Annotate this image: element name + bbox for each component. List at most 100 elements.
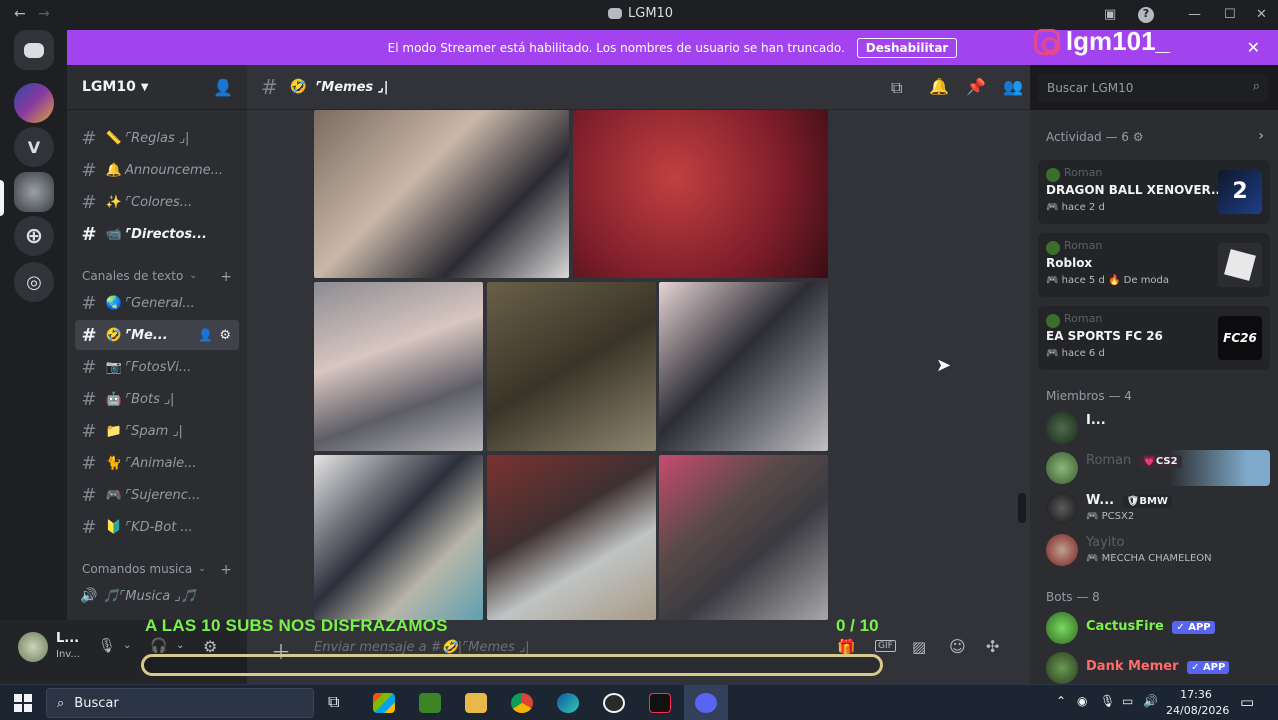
- channel-general[interactable]: # 🌏 ⌜General...: [75, 288, 239, 318]
- instagram-watermark: lgm101_: [1033, 26, 1170, 57]
- banner-close-icon[interactable]: ✕: [1247, 38, 1260, 57]
- threads-icon[interactable]: ⧉: [891, 78, 902, 98]
- avatar: [1046, 492, 1078, 524]
- apps-icon[interactable]: ✣: [986, 637, 999, 656]
- speaker-icon: 🔊: [80, 588, 98, 604]
- channel-spam[interactable]: # 📁 ⌜Spam ⌟|: [75, 416, 239, 446]
- channel-fotosvideos[interactable]: # 📷 ⌜FotosVi...: [75, 352, 239, 382]
- server-icon-lgm10[interactable]: [14, 172, 54, 212]
- task-view-icon[interactable]: ⧉: [328, 692, 339, 712]
- gear-icon[interactable]: ⚙: [219, 328, 231, 343]
- channel-announcements[interactable]: # 🔔 Announceme...: [75, 155, 239, 185]
- maximize-icon[interactable]: ☐: [1224, 7, 1236, 22]
- emoji-icon[interactable]: ☺: [949, 637, 966, 656]
- forward-arrow-icon[interactable]: →: [38, 6, 50, 22]
- member-list-icon[interactable]: 👥: [1003, 77, 1023, 96]
- windows-start-icon[interactable]: [14, 694, 32, 712]
- activity-card[interactable]: Roman DRAGON BALL XENOVER... 🎮 hace 2 d …: [1038, 160, 1270, 224]
- server-header[interactable]: LGM10 ▼ 👤: [67, 65, 247, 110]
- network-icon[interactable]: ▭: [1122, 694, 1133, 708]
- category-music-commands[interactable]: Comandos musica ⌄ +: [82, 562, 232, 578]
- avatar: [1046, 612, 1078, 644]
- user-status: Inv...: [56, 649, 80, 660]
- invite-user-icon[interactable]: 👤: [213, 78, 233, 97]
- pin-icon[interactable]: 📌: [966, 77, 986, 96]
- game-thumbnail: 2: [1218, 170, 1262, 214]
- avatar[interactable]: [18, 632, 48, 662]
- bot-item[interactable]: CactusFire ✓ APP: [1046, 610, 1266, 646]
- voice-channel-musica[interactable]: 🔊 🎵⌜Musica ⌟🎵: [75, 581, 239, 611]
- hash-icon: #: [81, 484, 97, 506]
- hash-icon: #: [81, 159, 97, 181]
- channel-sujerencias[interactable]: # 🎮 ⌜Sujerenc...: [75, 480, 239, 510]
- bot-item[interactable]: Dank Memer ✓ APP: [1046, 650, 1266, 684]
- server-icon-v[interactable]: V: [14, 127, 54, 167]
- volume-icon[interactable]: 🔊: [1143, 694, 1158, 708]
- clock-time[interactable]: 17:36: [1170, 688, 1222, 701]
- activity-header[interactable]: Actividad — 6 ⚙: [1046, 130, 1144, 144]
- message-input[interactable]: Enviar mensaje a #🤣|⌜Memes ⌟|: [314, 640, 530, 655]
- invite-icon[interactable]: 👤: [198, 328, 213, 342]
- clock-date[interactable]: 24/08/2026: [1166, 704, 1229, 717]
- hash-icon: #: [81, 292, 97, 314]
- obs-icon[interactable]: [603, 693, 625, 713]
- search-input[interactable]: Buscar LGM10 ⌕: [1038, 74, 1268, 102]
- chevron-right-icon[interactable]: ›: [1258, 128, 1264, 144]
- sticker-icon[interactable]: ▨: [912, 638, 926, 656]
- channel-kd-bot[interactable]: # 🔰 ⌜KD-Bot ...: [75, 512, 239, 542]
- add-channel-icon[interactable]: +: [220, 562, 232, 578]
- store-icon[interactable]: [373, 693, 395, 713]
- window-close-icon[interactable]: ✕: [1256, 7, 1267, 22]
- meme-image-8[interactable]: [659, 455, 828, 620]
- notifications-icon[interactable]: ▭: [1240, 693, 1254, 711]
- microphone-tray-icon[interactable]: 🎙: [1100, 694, 1115, 708]
- discord-taskbar-icon[interactable]: [695, 693, 717, 713]
- gif-icon[interactable]: GIF: [875, 640, 896, 652]
- channel-reglas[interactable]: # 📏 ⌜Reglas ⌟|: [75, 123, 239, 153]
- meme-image-6[interactable]: [314, 455, 483, 620]
- meme-image-7[interactable]: [487, 455, 656, 620]
- chevron-down-icon[interactable]: ⌄: [176, 640, 184, 651]
- bell-icon[interactable]: 🔔: [929, 77, 949, 96]
- discover-icon[interactable]: ◎: [14, 262, 54, 302]
- meme-image-2[interactable]: [573, 110, 828, 278]
- meme-image-5[interactable]: [659, 282, 828, 451]
- chat-scrollbar[interactable]: [1018, 493, 1026, 523]
- minimize-icon[interactable]: —: [1188, 7, 1201, 22]
- file-explorer-icon[interactable]: [465, 693, 487, 713]
- chevron-down-icon[interactable]: ⌄: [123, 640, 131, 651]
- direct-messages-button[interactable]: [14, 30, 54, 70]
- server-icon-dragonball[interactable]: [14, 83, 54, 123]
- channel-bots[interactable]: # 🤖 ⌜Bots ⌟|: [75, 384, 239, 414]
- category-text-channels[interactable]: Canales de texto ⌄ +: [82, 269, 232, 285]
- gamepad-icon: 🎮: [1046, 348, 1062, 359]
- edge-icon[interactable]: [557, 693, 579, 713]
- member-item[interactable]: Yayito 🎮 MECCHA CHAMELEON: [1046, 532, 1266, 568]
- add-channel-icon[interactable]: +: [220, 269, 232, 285]
- member-item[interactable]: W... 🛡BMW 🎮 PCSX2: [1046, 490, 1266, 526]
- help-icon[interactable]: ?: [1138, 7, 1154, 23]
- channel-animales[interactable]: # 🐈 ⌜Animale...: [75, 448, 239, 478]
- inbox-icon[interactable]: ▣: [1104, 7, 1116, 22]
- channel-memes[interactable]: # 🤣 ⌜Me... 👤 ⚙: [75, 320, 239, 350]
- activity-card[interactable]: Roman EA SPORTS FC 26 🎮 hace 6 d FC26: [1038, 306, 1270, 370]
- discord-tray-icon[interactable]: ◉: [1077, 694, 1087, 708]
- minecraft-icon[interactable]: [419, 693, 441, 713]
- member-item[interactable]: I...: [1046, 410, 1266, 446]
- disable-streamer-button[interactable]: Deshabilitar: [856, 37, 958, 58]
- meme-image-4[interactable]: [487, 282, 656, 451]
- microphone-icon[interactable]: 🎙: [98, 638, 116, 654]
- activity-card[interactable]: Roman Roblox 🎮 hace 5 d 🔥 De moda: [1038, 233, 1270, 297]
- tiktok-icon[interactable]: [649, 693, 671, 713]
- headphones-icon[interactable]: 🎧: [150, 638, 167, 654]
- chevron-up-icon[interactable]: ⌃: [1056, 694, 1066, 708]
- member-item[interactable]: Roman 💗CS2: [1046, 450, 1270, 486]
- chrome-icon[interactable]: [511, 693, 533, 713]
- taskbar-search[interactable]: ⌕ Buscar: [46, 688, 314, 718]
- meme-image-1[interactable]: [314, 110, 569, 278]
- meme-image-3[interactable]: [314, 282, 483, 451]
- channel-colores[interactable]: # ✨ ⌜Colores...: [75, 187, 239, 217]
- back-arrow-icon[interactable]: ←: [14, 6, 26, 22]
- add-server-icon[interactable]: ⊕: [14, 216, 54, 256]
- channel-directos[interactable]: # 📹 ⌜Directos...: [75, 219, 239, 249]
